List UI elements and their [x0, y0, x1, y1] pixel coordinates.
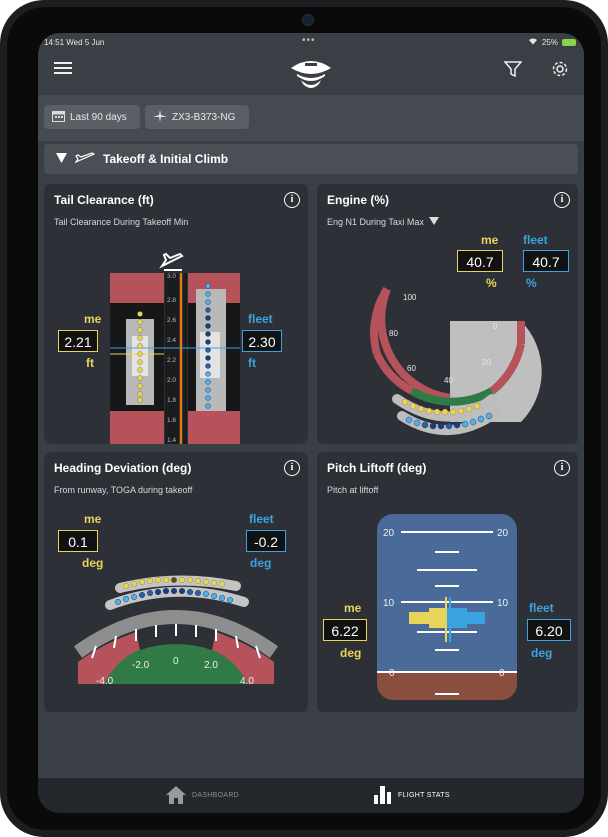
camera	[302, 14, 314, 26]
pilot-logo-icon	[287, 54, 335, 97]
me-bar	[409, 612, 447, 624]
svg-text:1.8: 1.8	[167, 397, 176, 404]
aircraft-icon	[153, 109, 167, 125]
section-header-takeoff[interactable]: Takeoff & Initial Climb	[44, 144, 578, 174]
battery-percent: 25%	[541, 37, 558, 47]
date-range-chip[interactable]: Last 90 days	[44, 105, 140, 129]
svg-text:10: 10	[383, 598, 395, 609]
svg-text:80: 80	[389, 329, 398, 338]
home-icon	[166, 785, 186, 806]
filter-icon[interactable]	[503, 61, 523, 82]
settings-gear-icon[interactable]	[551, 60, 569, 83]
engine-card: Engine (%) Eng N1 During Taxi Max i me 4…	[317, 184, 578, 444]
svg-text:2.4: 2.4	[167, 337, 176, 344]
svg-text:100: 100	[403, 293, 417, 302]
status-time: 14:51 Wed 5 Jun	[44, 38, 105, 47]
fleet-label: fleet	[529, 601, 554, 615]
danger-arc	[377, 287, 451, 402]
fleet-unit: ft	[248, 356, 256, 370]
svg-text:20: 20	[482, 358, 491, 367]
me-value: 6.22	[323, 619, 367, 641]
right-danger-bottom	[188, 411, 240, 444]
wifi-icon	[528, 37, 538, 47]
bar-chart-icon	[374, 785, 392, 806]
tab-dashboard[interactable]: DASHBOARD	[166, 778, 239, 813]
fleet-unit: deg	[531, 646, 553, 660]
pitch-ladder: 20 20 10 10 0 0	[377, 514, 517, 700]
heading-deviation-card: Heading Deviation (deg) From runway, TOG…	[44, 452, 308, 712]
fleet-value: 2.30	[242, 330, 282, 352]
hamburger-menu-icon[interactable]	[54, 61, 72, 80]
tab-flight-stats-label: FLIGHT STATS	[398, 792, 450, 799]
calendar-icon	[52, 110, 65, 125]
svg-text:2.0: 2.0	[167, 377, 176, 384]
svg-text:0: 0	[389, 668, 395, 679]
me-label: me	[344, 601, 362, 615]
svg-text:1.6: 1.6	[167, 417, 176, 424]
svg-text:-4.0: -4.0	[96, 676, 114, 687]
fleet-range-sector	[450, 321, 542, 422]
multitask-dots[interactable]: •••	[302, 35, 316, 46]
svg-text:2.2: 2.2	[167, 357, 176, 364]
tab-dashboard-label: DASHBOARD	[192, 792, 240, 799]
tab-flight-stats[interactable]: FLIGHT STATS	[374, 778, 450, 813]
pitch-liftoff-card: Pitch Liftoff (deg) Pitch at liftoff i 2…	[317, 452, 578, 712]
svg-text:20: 20	[383, 528, 395, 539]
fleet-bar	[447, 612, 485, 624]
svg-text:40: 40	[444, 376, 453, 385]
svg-text:0: 0	[499, 668, 505, 679]
right-iqr	[200, 332, 220, 378]
me-unit: ft	[86, 356, 94, 370]
svg-text:-2.0: -2.0	[132, 660, 150, 671]
svg-text:10: 10	[497, 598, 509, 609]
aircraft-label: ZX3-B373-NG	[172, 111, 236, 123]
svg-text:3.0: 3.0	[167, 273, 176, 280]
svg-text:20: 20	[497, 528, 509, 539]
heading-gauge: -4.0 -2.0 0 2.0 4.0	[73, 575, 279, 687]
me-unit: deg	[340, 646, 362, 660]
left-danger-top	[110, 273, 164, 303]
tail-clearance-card: Tail Clearance (ft) Tail Clearance Durin…	[44, 184, 308, 444]
me-value: 2.21	[58, 330, 98, 352]
fleet-value: 6.20	[527, 619, 571, 641]
svg-text:2.0: 2.0	[204, 660, 218, 671]
left-danger-bottom	[110, 411, 164, 444]
date-range-label: Last 90 days	[70, 111, 127, 123]
ground	[377, 672, 517, 700]
app-screen: 14:51 Wed 5 Jun ••• 25% Last 90 days ZX3…	[38, 33, 584, 813]
engine-gauge: 100 80 60 40 20 0	[370, 286, 542, 436]
takeoff-plane-icon	[159, 252, 184, 271]
aircraft-chip[interactable]: ZX3-B373-NG	[145, 105, 249, 129]
collapse-triangle-icon	[56, 152, 67, 166]
filter-bar: Last 90 days ZX3-B373-NG	[38, 95, 584, 141]
bottom-tab-bar: DASHBOARD FLIGHT STATS	[38, 778, 584, 813]
tail-scale-labels: 3.0 2.8 2.6 2.4 2.2 2.0 1.8 1.6 1.4	[167, 273, 176, 444]
fleet-label: fleet	[248, 312, 273, 326]
svg-text:0: 0	[173, 656, 179, 667]
section-title: Takeoff & Initial Climb	[103, 152, 229, 166]
svg-text:60: 60	[407, 364, 416, 373]
svg-text:2.6: 2.6	[167, 317, 176, 324]
svg-text:2.8: 2.8	[167, 297, 176, 304]
me-label: me	[84, 312, 102, 326]
nav-bar	[38, 51, 584, 95]
svg-text:1.4: 1.4	[167, 437, 176, 444]
status-bar: 14:51 Wed 5 Jun ••• 25%	[38, 33, 584, 51]
battery-icon	[562, 38, 576, 46]
status-indicators: 25%	[528, 37, 576, 47]
svg-text:4.0: 4.0	[240, 676, 254, 687]
takeoff-icon	[74, 151, 96, 167]
svg-text:0: 0	[493, 322, 498, 331]
